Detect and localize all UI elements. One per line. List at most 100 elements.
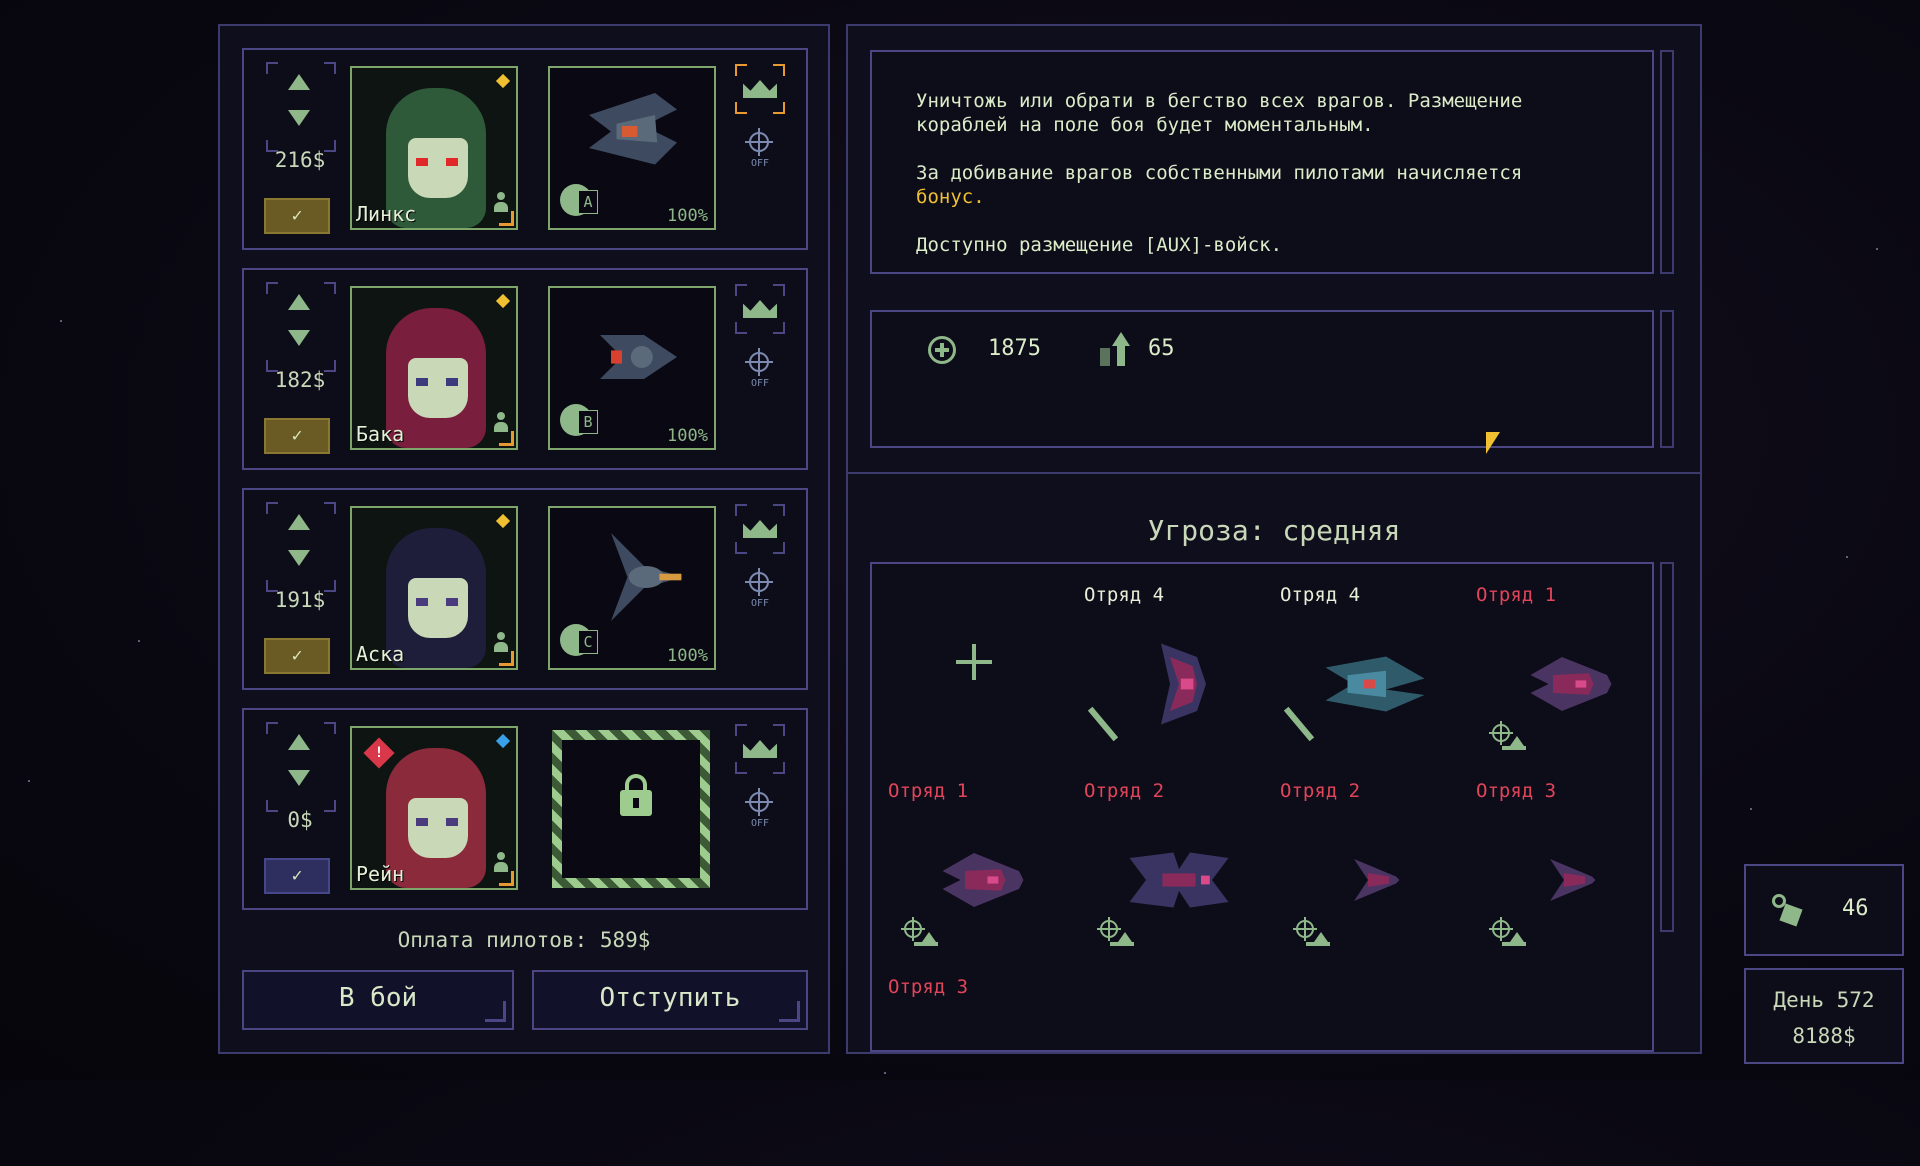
- target-deploy-icon: [901, 917, 938, 948]
- pilot-eye: [446, 598, 458, 606]
- crown-shape: [743, 300, 777, 318]
- pilot-status-dot: [495, 293, 511, 309]
- divider: [848, 472, 1700, 474]
- crosshair-line: [912, 917, 914, 941]
- add-squad-icon[interactable]: [956, 644, 992, 680]
- pilot-salary: 216$: [274, 148, 326, 172]
- move-down-icon[interactable]: [288, 110, 310, 126]
- pilot-portrait[interactable]: ! Рейн: [350, 726, 518, 890]
- ship-slot[interactable]: B 100%: [548, 286, 716, 450]
- pilot-eye: [416, 158, 428, 166]
- weapon-slot-icon: B: [560, 404, 600, 440]
- pilot-portrait[interactable]: Линкс: [350, 66, 518, 230]
- pilot-eye: [416, 378, 428, 386]
- move-up-icon[interactable]: [288, 734, 310, 750]
- move-up-icon[interactable]: [288, 74, 310, 90]
- enemy-ship-sprite: [1530, 657, 1612, 711]
- pilot-status-dot: [495, 733, 511, 749]
- squad-label: Отряд 2: [1280, 780, 1361, 802]
- rewards-scrollbar[interactable]: [1660, 310, 1674, 448]
- description-bonus-line: бонус.: [916, 186, 985, 208]
- pilot-face: [408, 798, 468, 858]
- corner-decoration: [499, 651, 514, 666]
- locked-ship-slot[interactable]: [552, 730, 710, 888]
- leader-crown-icon[interactable]: [735, 284, 785, 334]
- move-up-icon[interactable]: [288, 294, 310, 310]
- leader-crown-icon[interactable]: [735, 724, 785, 774]
- retreat-button[interactable]: Отступить: [532, 970, 808, 1030]
- bracket-decoration: [735, 542, 747, 554]
- crown-shape: [743, 520, 777, 538]
- bracket-decoration: [324, 282, 336, 294]
- ship-slot[interactable]: C 100%: [548, 506, 716, 670]
- crosshair-line: [1108, 917, 1110, 941]
- targeting-toggle[interactable]: OFF: [735, 786, 785, 846]
- hull-percent: 100%: [667, 206, 708, 226]
- targeting-toggle[interactable]: OFF: [735, 566, 785, 626]
- pilot-row: 191$ ✓ Аска C 100% OFF: [242, 488, 808, 690]
- pilot-select-checkbox[interactable]: ✓: [264, 638, 330, 674]
- day-money-box: День 572 8188$: [1744, 968, 1904, 1064]
- fight-button[interactable]: В бой: [242, 970, 514, 1030]
- up-arrow-mark: [922, 932, 936, 942]
- move-down-icon[interactable]: [288, 330, 310, 346]
- targeting-off-label: OFF: [750, 378, 770, 389]
- reorder-controls: [266, 502, 336, 592]
- hull-percent: 100%: [667, 426, 708, 446]
- reorder-controls: [266, 62, 336, 152]
- pilot-select-checkbox[interactable]: ✓: [264, 858, 330, 894]
- enemy-squad-cell[interactable]: Отряд 2: [1260, 780, 1450, 970]
- bracket-decoration: [773, 724, 785, 736]
- crosshair-line: [758, 348, 760, 376]
- move-down-icon[interactable]: [288, 550, 310, 566]
- xp-icon: [1098, 332, 1130, 368]
- enemy-squad-cell[interactable]: Отряд 4: [1260, 584, 1450, 774]
- pilot-portrait[interactable]: Бака: [350, 286, 518, 450]
- pilot-select-checkbox[interactable]: ✓: [264, 198, 330, 234]
- enemy-squad-cell[interactable]: Отряд 3: [868, 976, 1058, 1166]
- targeting-toggle[interactable]: OFF: [735, 126, 785, 186]
- up-arrow-mark: [1510, 932, 1524, 942]
- move-down-icon[interactable]: [288, 770, 310, 786]
- pilot-salary: 191$: [274, 588, 326, 612]
- enemy-squads-grid: Отряд 4 Отряд 4 Отряд 1 Отряд 1 Отряд 2 …: [870, 562, 1654, 1052]
- bracket-decoration: [324, 502, 336, 514]
- bracket-decoration: [773, 542, 785, 554]
- leader-crown-icon[interactable]: [735, 64, 785, 114]
- crosshair-line: [1500, 721, 1502, 745]
- target-deploy-icon: [1293, 917, 1330, 948]
- enemy-squad-cell[interactable]: Отряд 1: [868, 780, 1058, 970]
- pilot-portrait[interactable]: Аска: [350, 506, 518, 670]
- mission-panel: Уничтожь или обрати в бегство всех враго…: [846, 24, 1702, 1054]
- squad-label: Отряд 4: [1084, 584, 1165, 606]
- parts-icon: [1772, 894, 1803, 928]
- enemy-squad-cell[interactable]: Отряд 1: [1456, 584, 1646, 774]
- pilot-select-checkbox[interactable]: ✓: [264, 418, 330, 454]
- corner-decoration: [499, 211, 514, 226]
- leader-crown-icon[interactable]: [735, 504, 785, 554]
- enemy-squad-cell[interactable]: Отряд 2: [1064, 780, 1254, 970]
- ship-slot[interactable]: A 100%: [548, 66, 716, 230]
- targeting-off-label: OFF: [750, 818, 770, 829]
- pilot-face: [408, 358, 468, 418]
- crosshair-line: [758, 128, 760, 156]
- crown-shape: [743, 740, 777, 758]
- bracket-decoration: [266, 62, 278, 74]
- crosshair-line: [1500, 917, 1502, 941]
- description-scrollbar[interactable]: [1660, 50, 1674, 274]
- bracket-decoration: [773, 322, 785, 334]
- credits-icon: [928, 336, 956, 364]
- targeting-toggle[interactable]: OFF: [735, 346, 785, 406]
- bracket-decoration: [266, 502, 278, 514]
- move-up-icon[interactable]: [288, 514, 310, 530]
- enemy-ship-sprite: [1325, 656, 1425, 712]
- bracket-decoration: [266, 722, 278, 734]
- base-bar: [1306, 942, 1330, 946]
- bracket-decoration: [735, 64, 747, 76]
- bracket-decoration: [773, 102, 785, 114]
- squads-scrollbar[interactable]: [1660, 562, 1674, 932]
- enemy-squad-cell[interactable]: Отряд 4: [1064, 584, 1254, 774]
- squad-label: Отряд 3: [1476, 780, 1557, 802]
- enemy-squad-cell[interactable]: Отряд 3: [1456, 780, 1646, 970]
- squad-label: Отряд 3: [888, 976, 969, 998]
